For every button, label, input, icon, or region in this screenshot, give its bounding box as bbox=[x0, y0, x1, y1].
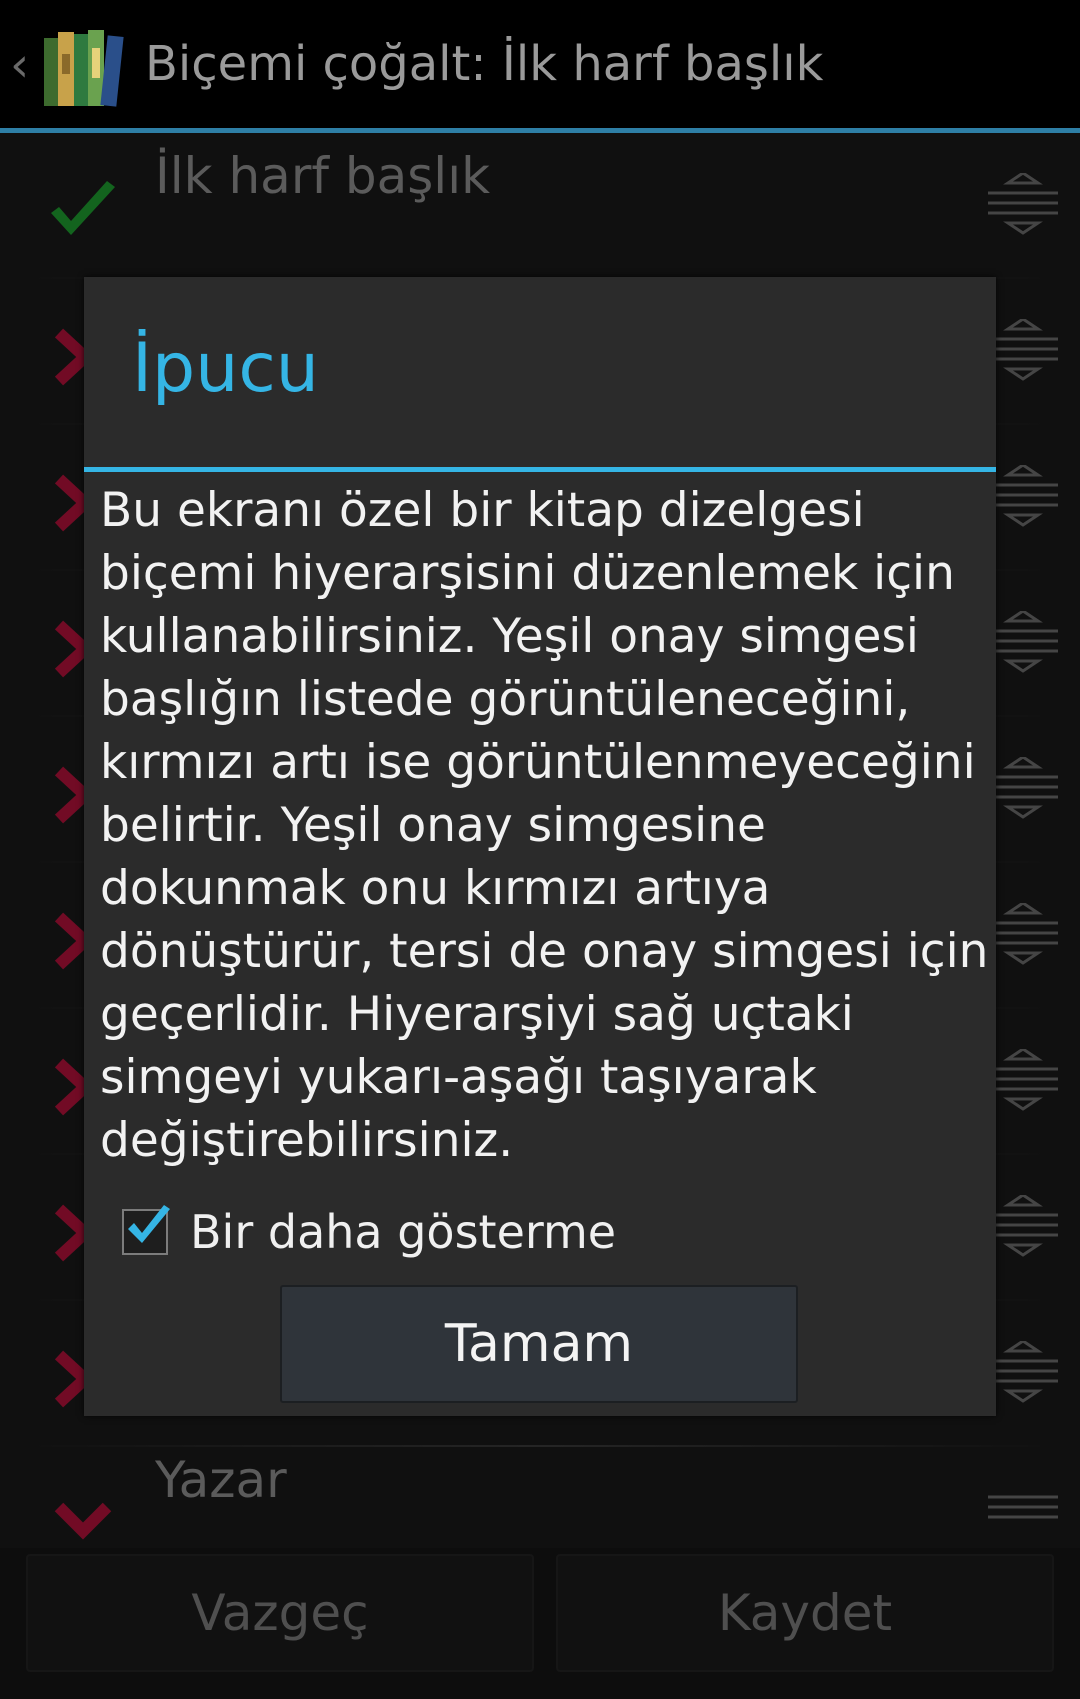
dont-show-again-checkbox[interactable] bbox=[122, 1205, 170, 1255]
books-app-icon[interactable] bbox=[40, 24, 126, 110]
dont-show-again-label: Bir daha gösterme bbox=[190, 1205, 617, 1259]
dialog-message: Bu ekranı özel bir kitap dizelgesi biçem… bbox=[100, 483, 989, 1168]
page-title: Biçemi çoğalt: İlk harf başlık bbox=[145, 36, 824, 92]
chevron-left-icon[interactable]: ‹ bbox=[10, 40, 34, 90]
action-bar: ‹ Biçemi çoğalt: İlk harf başlık bbox=[0, 0, 1080, 133]
ok-button[interactable]: Tamam bbox=[280, 1285, 798, 1403]
checkmark-icon bbox=[128, 1205, 170, 1243]
dont-show-again-row[interactable]: Bir daha gösterme bbox=[122, 1197, 616, 1267]
dialog-title: İpucu bbox=[132, 329, 319, 408]
dialog-title-divider bbox=[84, 467, 996, 472]
screen: ‹ Biçemi çoğalt: İlk harf başlık İlk har… bbox=[0, 0, 1080, 1699]
hint-dialog: İpucu Bu ekranı özel bir kitap dizelgesi… bbox=[84, 277, 996, 1416]
